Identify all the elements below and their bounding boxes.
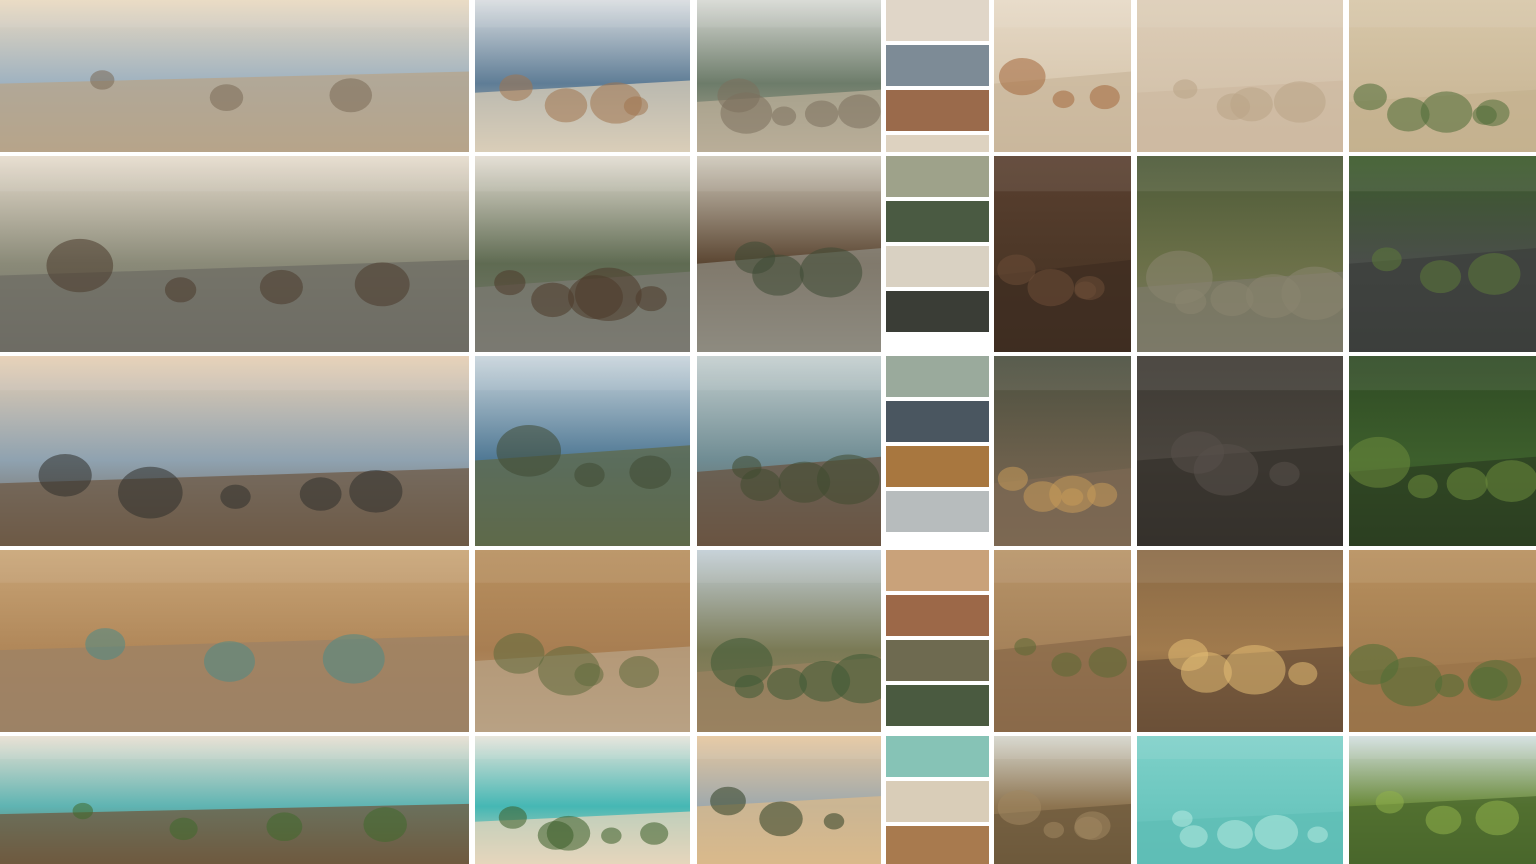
moodboard-row-moroccan-riad	[0, 550, 1536, 732]
lake-mountains-pines-photo	[475, 356, 690, 546]
pagoda-street-photo	[0, 156, 469, 352]
color-swatch	[886, 781, 989, 822]
color-swatch	[886, 291, 989, 332]
overwater-bungalows-photo	[0, 736, 469, 864]
color-swatch	[886, 156, 989, 197]
sunset-palm-beach-photo	[697, 736, 881, 864]
cabin-lake-deck-photo	[0, 356, 469, 546]
courtyard-house-photo	[697, 156, 881, 352]
color-palette-strip	[886, 156, 989, 352]
roof-tiles-maple-photo	[1349, 156, 1536, 352]
color-palette-strip	[886, 356, 989, 546]
pine-needles-closeup-photo	[1349, 356, 1536, 546]
dark-wood-cladding-photo	[1137, 356, 1343, 546]
riad-pool-courtyard-photo	[0, 550, 469, 732]
color-swatch	[886, 201, 989, 242]
limestone-wall-plant-photo	[1349, 0, 1536, 152]
color-swatch	[886, 45, 989, 86]
arched-doorway-photo	[475, 550, 690, 732]
pine-boardwalk-photo	[697, 356, 881, 546]
sailboat-terrace-photo	[475, 0, 690, 152]
color-palette-strip	[886, 0, 989, 152]
color-palette-strip	[886, 736, 989, 864]
moodboard-row-japanese-village	[0, 156, 1536, 352]
wooden-lattice-door-photo	[994, 156, 1131, 352]
color-swatch	[886, 826, 989, 864]
turquoise-water-photo	[1137, 736, 1343, 864]
terracotta-pot-photo	[994, 0, 1131, 152]
color-swatch	[886, 135, 989, 152]
color-swatch	[886, 401, 989, 442]
thatched-roof-photo	[994, 736, 1131, 864]
color-swatch	[886, 640, 989, 681]
color-swatch	[886, 356, 989, 397]
leaf-shadow-wall-photo	[1137, 0, 1343, 152]
palm-reflecting-pool-photo	[697, 550, 881, 732]
palm-leaf-closeup-photo	[1349, 736, 1536, 864]
color-swatch	[886, 595, 989, 636]
moroccan-lantern-photo	[1137, 550, 1343, 732]
color-swatch	[886, 736, 989, 777]
color-palette-strip	[886, 550, 989, 732]
color-swatch	[886, 491, 989, 532]
moodboard-grid	[0, 0, 1536, 864]
color-swatch	[886, 550, 989, 591]
clay-urn-palm-photo	[994, 550, 1131, 732]
terrace-sea-view-photo	[0, 0, 469, 152]
moodboard-row-mediterranean-coast	[0, 0, 1536, 152]
beach-hut-palms-photo	[475, 736, 690, 864]
color-swatch	[886, 246, 989, 287]
color-swatch	[886, 0, 989, 41]
color-swatch	[886, 90, 989, 131]
color-swatch	[886, 685, 989, 726]
bamboo-garden-path-photo	[1137, 156, 1343, 352]
palm-frond-stucco-photo	[1349, 550, 1536, 732]
color-swatch	[886, 446, 989, 487]
stone-path-coast-photo	[697, 0, 881, 152]
moodboard-row-tropical-overwater	[0, 736, 1536, 864]
adirondack-chair-lantern-photo	[994, 356, 1131, 546]
wooden-houses-street-photo	[475, 156, 690, 352]
moodboard-row-lakeside-pine-cabin	[0, 356, 1536, 546]
